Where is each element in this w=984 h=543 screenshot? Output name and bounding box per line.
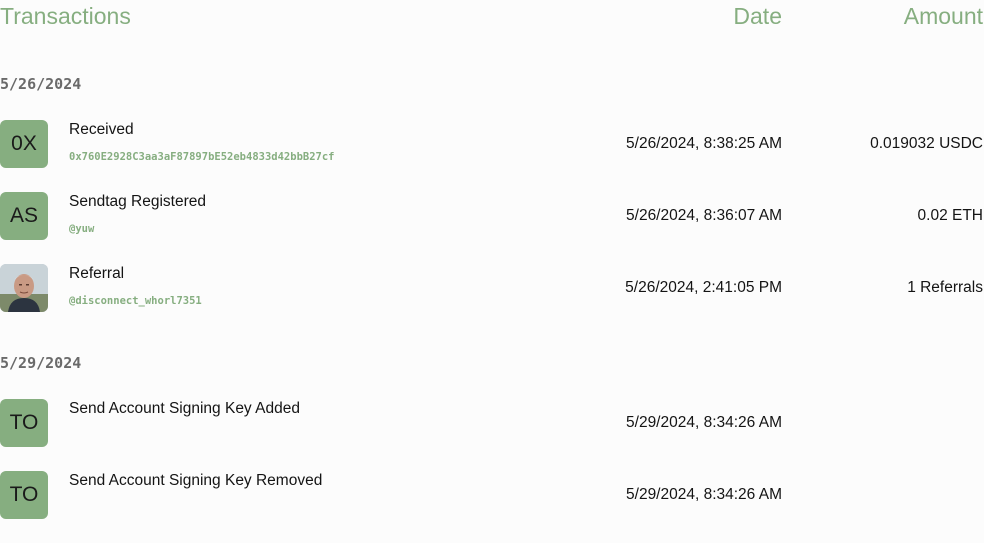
transaction-row[interactable]: TO Send Account Signing Key Removed 5/29… xyxy=(0,471,984,519)
transaction-title: Send Account Signing Key Removed xyxy=(69,472,323,489)
transaction-referral-tag: @disconnect_whorl7351 xyxy=(69,295,202,307)
avatar: AS xyxy=(0,192,48,240)
user-photo-icon xyxy=(0,264,48,312)
transaction-address: 0x760E2928C3aa3aF87897bE52eb4833d42bbB27… xyxy=(69,151,335,163)
amount-column-header: Amount xyxy=(903,3,983,29)
transaction-title: Sendtag Registered xyxy=(69,193,207,210)
avatar: 0X xyxy=(0,120,48,168)
date-column-header: Date xyxy=(733,3,782,29)
transaction-title: Send Account Signing Key Added xyxy=(69,400,300,417)
transaction-amount: 0.02 ETH xyxy=(917,207,983,224)
group-date: 5/26/2024 xyxy=(0,75,82,93)
avatar: TO xyxy=(0,471,48,519)
transaction-datetime: 5/29/2024, 8:34:26 AM xyxy=(626,414,782,431)
transactions-header: Transactions Date Amount xyxy=(0,0,984,34)
transaction-datetime: 5/26/2024, 2:41:05 PM xyxy=(625,279,782,296)
transaction-row[interactable]: TO Send Account Signing Key Added 5/29/2… xyxy=(0,399,984,447)
transaction-row[interactable]: AS Sendtag Registered @yuw 5/26/2024, 8:… xyxy=(0,192,984,240)
group-date: 5/29/2024 xyxy=(0,354,82,372)
transaction-datetime: 5/26/2024, 8:38:25 AM xyxy=(626,135,782,152)
transactions-page: Transactions Date Amount 5/26/2024 0X Re… xyxy=(0,0,984,543)
transaction-title: Referral xyxy=(69,265,125,282)
transaction-amount: 0.019032 USDC xyxy=(870,135,983,152)
avatar: TO xyxy=(0,399,48,447)
transaction-title: Received xyxy=(69,121,134,138)
transactions-heading: Transactions xyxy=(0,3,131,29)
transaction-datetime: 5/26/2024, 8:36:07 AM xyxy=(626,207,782,224)
transaction-sendtag: @yuw xyxy=(69,223,95,235)
transaction-amount: 1 Referrals xyxy=(907,279,983,296)
transaction-datetime: 5/29/2024, 8:34:26 AM xyxy=(626,486,782,503)
transaction-row[interactable]: Referral @disconnect_whorl7351 5/26/2024… xyxy=(0,264,984,312)
transaction-row[interactable]: 0X Received 0x760E2928C3aa3aF87897bE52eb… xyxy=(0,120,984,168)
